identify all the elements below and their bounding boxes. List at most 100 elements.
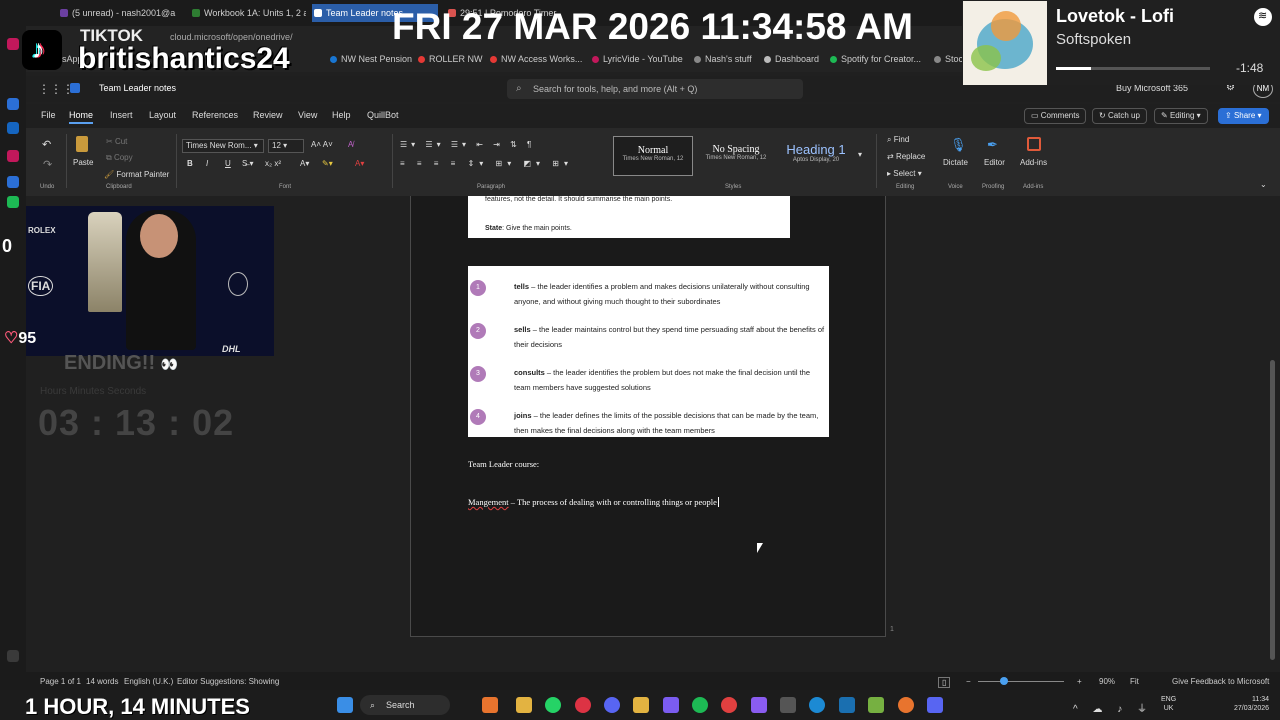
align-icons[interactable]: ≡ ≡ ≡ ≡ ⇕▾ ⊞▾ ◩▾ ⊞▾ <box>400 159 573 168</box>
taskbar-app-icon[interactable] <box>927 697 943 713</box>
bookmark-nash[interactable]: Nash's stuff <box>694 54 752 64</box>
editing-mode-button[interactable]: ✎ Editing ▾ <box>1154 108 1208 124</box>
doc-definition[interactable]: Mangement – The process of dealing with … <box>468 497 719 507</box>
zoom-level[interactable]: 90% <box>1099 677 1115 686</box>
zoom-in-icon[interactable]: + <box>1077 677 1082 686</box>
taskbar-search[interactable]: ⌕ Search <box>360 695 450 715</box>
underline-icon[interactable]: U <box>225 159 231 168</box>
discord-icon[interactable] <box>604 697 620 713</box>
addins-grid-icon[interactable] <box>1027 137 1041 151</box>
strikethrough-icon[interactable]: S̶ ▾ <box>242 159 254 168</box>
app-launcher-icon[interactable]: ⋮⋮⋮ <box>38 82 74 96</box>
paste-button[interactable]: Paste <box>73 158 93 167</box>
paste-icon[interactable] <box>76 136 88 152</box>
find-button[interactable]: ⌕ Find <box>887 135 909 145</box>
italic-icon[interactable]: I <box>206 159 208 168</box>
style-normal[interactable]: Normal Times New Roman, 12 <box>613 136 693 176</box>
ribbon-collapse-icon[interactable]: ⌄ <box>1260 180 1267 189</box>
select-button[interactable]: ▸ Select ▾ <box>887 169 922 178</box>
dictate-button[interactable]: Dictate <box>943 158 968 167</box>
edge-icon[interactable] <box>809 697 825 713</box>
sidebar-app-icon[interactable] <box>7 176 19 188</box>
word-count[interactable]: 14 words <box>86 677 118 686</box>
bold-icon[interactable]: B <box>187 159 193 168</box>
share-button[interactable]: ⇪ Share ▾ <box>1218 108 1269 124</box>
editor-suggestions[interactable]: Editor Suggestions: Showing <box>177 677 279 686</box>
tab-view[interactable]: View <box>298 110 317 120</box>
taskbar-app-icon[interactable] <box>868 697 884 713</box>
bookmark-access[interactable]: NW Access Works... <box>490 54 582 64</box>
tab-references[interactable]: References <box>192 110 238 120</box>
tab-layout[interactable]: Layout <box>149 110 176 120</box>
highlight-icon[interactable]: ✎▾ <box>322 159 333 168</box>
start-icon[interactable] <box>337 697 353 713</box>
sub-superscript-icon[interactable]: x₂ x² <box>265 159 281 168</box>
sidebar-app-icon[interactable] <box>7 122 19 134</box>
tab-home[interactable]: Home <box>69 110 94 124</box>
doc-heading[interactable]: Team Leader course: <box>468 459 539 469</box>
whatsapp-icon[interactable] <box>545 697 561 713</box>
system-tray-icons[interactable]: ^ ☁ ♪ ⏚ <box>1073 700 1153 715</box>
page-count[interactable]: Page 1 of 1 <box>40 677 81 686</box>
font-size-select[interactable]: 12 ▾ <box>268 139 304 153</box>
taskbar-app-icon[interactable] <box>780 697 796 713</box>
taskbar-app-icon[interactable] <box>751 697 767 713</box>
text-effects-icon[interactable]: A▾ <box>300 159 309 168</box>
addins-button[interactable]: Add-ins <box>1020 158 1047 167</box>
feedback-link[interactable]: Give Feedback to Microsoft <box>1172 677 1269 686</box>
font-name-select[interactable]: Times New Rom... ▾ <box>182 139 264 153</box>
grow-font-icon[interactable]: A˄ A˅ <box>311 140 333 149</box>
sidebar-app-icon[interactable] <box>7 38 19 50</box>
styles-more-icon[interactable]: ▾ <box>858 150 862 159</box>
tab-mail[interactable]: (5 unread) - nash2001@a <box>58 4 178 22</box>
language[interactable]: English (U.K.) <box>124 677 173 686</box>
editor-pen-icon[interactable]: ✒ <box>987 137 998 153</box>
zoom-slider-thumb[interactable] <box>1000 677 1008 685</box>
list-icons[interactable]: ☰▾ ☰▾ ☰▾ ⇤ ⇥ ⇅ ¶ <box>400 140 535 149</box>
tab-quillbot[interactable]: QuillBot <box>367 110 399 120</box>
style-no-spacing[interactable]: No Spacing Times New Roman, 12 <box>696 136 776 176</box>
bookmark-nest[interactable]: NW Nest Pension <box>330 54 412 64</box>
zoom-slider[interactable] <box>978 681 1064 682</box>
folder-icon[interactable] <box>516 697 532 713</box>
tab-help[interactable]: Help <box>332 110 351 120</box>
tab-file[interactable]: File <box>41 110 56 120</box>
teams-icon[interactable] <box>663 697 679 713</box>
sidebar-app-icon[interactable] <box>7 196 19 208</box>
fit-button[interactable]: Fit <box>1130 677 1139 686</box>
sidebar-app-icon[interactable] <box>7 98 19 110</box>
bookmark-roller[interactable]: ROLLER NW <box>418 54 483 64</box>
sidebar-settings-icon[interactable] <box>7 650 19 662</box>
taskbar-app-icon[interactable] <box>898 697 914 713</box>
bookmark-dashboard[interactable]: Dashboard <box>764 54 819 64</box>
bookmark-stoc[interactable]: Stoc <box>934 54 963 64</box>
taskbar-app-icon[interactable] <box>575 697 591 713</box>
style-heading-1[interactable]: Heading 1 Aptos Display, 20 <box>778 136 854 176</box>
print-layout-icon[interactable]: ▯ <box>938 677 951 688</box>
input-language[interactable]: ENG UK <box>1161 695 1176 713</box>
tab-review[interactable]: Review <box>253 110 283 120</box>
sidebar-app-icon[interactable] <box>7 150 19 162</box>
taskbar-app-icon[interactable] <box>839 697 855 713</box>
bookmark-spotify[interactable]: Spotify for Creator... <box>830 54 921 64</box>
comments-button[interactable]: ▭ Comments <box>1024 108 1087 124</box>
taskbar-app-icon[interactable] <box>633 697 649 713</box>
font-color-icon[interactable]: A▾ <box>355 159 364 168</box>
tab-workbook[interactable]: Workbook 1A: Units 1, 2 a <box>190 4 306 22</box>
copy-button[interactable]: ⧉ Copy <box>106 153 133 163</box>
vertical-scrollbar[interactable] <box>1270 360 1275 660</box>
taskbar-app-icon[interactable] <box>721 697 737 713</box>
undo-icon[interactable]: ↶ <box>42 138 51 151</box>
tab-insert[interactable]: Insert <box>110 110 133 120</box>
clear-format-icon[interactable]: A̸ <box>348 140 353 149</box>
system-clock[interactable]: 11:34 27/03/2026 <box>1234 695 1269 713</box>
cut-button[interactable]: ✂ Cut <box>106 137 127 146</box>
microphone-icon[interactable]: 🎙 <box>950 137 967 153</box>
search-input[interactable]: ⌕ Search for tools, help, and more (Alt … <box>507 79 803 99</box>
spotify-icon[interactable] <box>692 697 708 713</box>
taskbar-app-icon[interactable] <box>482 697 498 713</box>
zoom-out-icon[interactable]: − <box>966 677 971 686</box>
format-painter-button[interactable]: 🖌 Format Painter <box>104 170 169 179</box>
catchup-button[interactable]: ↻ Catch up <box>1092 108 1147 124</box>
document-title[interactable]: Team Leader notes <box>99 83 176 93</box>
